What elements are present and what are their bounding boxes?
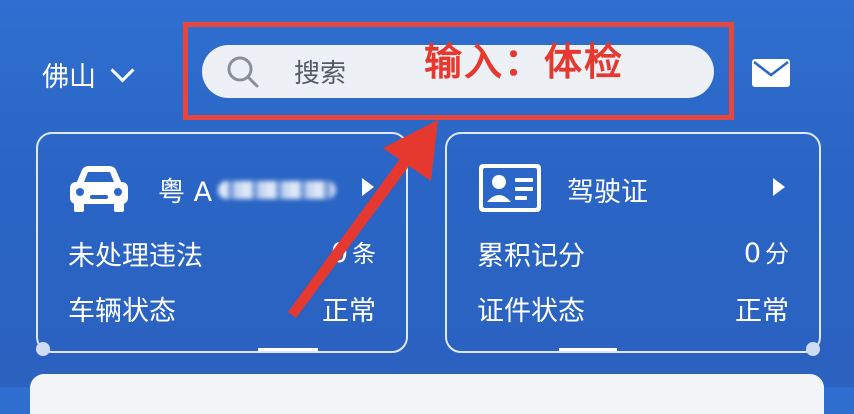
chevron-down-icon: [110, 57, 135, 83]
bottom-panel: [30, 374, 824, 414]
vehicle-card-header[interactable]: 粤 A: [38, 162, 406, 218]
violations-row[interactable]: 未处理违法 0条: [68, 234, 376, 274]
city-selector[interactable]: 佛山: [42, 54, 135, 94]
license-title: 驾驶证: [567, 177, 648, 208]
violations-unit: 条: [352, 240, 376, 268]
car-icon: [70, 166, 128, 212]
search-placeholder: 搜索: [294, 59, 347, 89]
mail-icon[interactable]: [751, 58, 791, 88]
card-indicator-bar: [258, 348, 318, 351]
annotation-highlight-box: 搜索 输入：体检: [183, 22, 734, 120]
annotation-text: 输入：体检: [424, 40, 625, 84]
violations-label: 未处理违法: [68, 241, 203, 272]
carousel-dot: [36, 342, 50, 356]
vehicle-status-value: 正常: [322, 296, 376, 327]
license-status-value: 正常: [735, 296, 789, 327]
vehicle-card[interactable]: 粤 A 未处理违法 0条 车辆状态 正常: [36, 132, 408, 353]
plate-prefix: 粤 A: [158, 177, 213, 208]
carousel-dot: [806, 342, 820, 356]
license-status-label: 证件状态: [477, 296, 585, 327]
points-unit: 分: [765, 240, 789, 268]
chevron-right-icon[interactable]: [773, 178, 785, 196]
chevron-right-icon[interactable]: [362, 178, 374, 196]
points-value: 0分: [743, 238, 789, 269]
license-card-icon: [479, 164, 541, 212]
license-status-row[interactable]: 证件状态 正常: [477, 289, 789, 329]
vehicle-status-label: 车辆状态: [68, 296, 176, 327]
license-plate: 粤 A: [158, 170, 337, 209]
city-label: 佛山: [42, 61, 96, 93]
points-label: 累积记分: [477, 241, 585, 272]
points-row[interactable]: 累积记分 0分: [477, 234, 789, 274]
card-indicator-bar: [559, 348, 617, 351]
search-icon: [227, 56, 259, 87]
plate-masked-digits: [218, 180, 337, 199]
license-card-header[interactable]: 驾驶证: [447, 162, 819, 218]
vehicle-status-row[interactable]: 车辆状态 正常: [68, 289, 376, 329]
violations-value: 0条: [330, 238, 376, 269]
license-card[interactable]: 驾驶证 累积记分 0分 证件状态 正常: [445, 132, 821, 353]
